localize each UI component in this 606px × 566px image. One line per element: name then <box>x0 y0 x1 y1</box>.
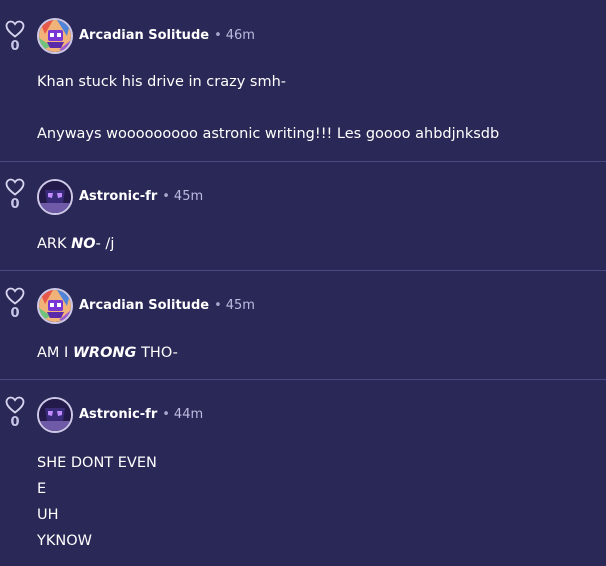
comment-item: 0 Astronic-fr • 44m SHE DONT EVEN E UH YKN… <box>0 380 606 566</box>
like-control[interactable]: 0 <box>5 178 25 212</box>
heart-outline-icon[interactable] <box>5 178 25 196</box>
separator-dot: • <box>162 407 170 422</box>
comment-item: 0 Astronic-fr • 45m ARK NO- /j <box>0 162 606 270</box>
avatar[interactable] <box>37 397 73 433</box>
separator-dot: • <box>214 298 222 313</box>
avatar[interactable] <box>37 179 73 215</box>
comment-item: 0 Arcadian Solitude • 45m AM I WRONG THO- <box>0 271 606 379</box>
arcadian-avatar-icon <box>39 290 71 322</box>
heart-outline-icon[interactable] <box>5 20 25 38</box>
comment-line: YKNOW <box>37 533 92 549</box>
comment-header: Astronic-fr • 44m <box>79 407 203 423</box>
emphasized-text: WRONG <box>72 345 137 361</box>
comment-line: ARK NO- /j <box>37 231 114 257</box>
like-control[interactable]: 0 <box>5 20 25 54</box>
like-control[interactable]: 0 <box>5 287 25 321</box>
comment-body: Khan stuck his drive in crazy smh- Anywa… <box>37 69 499 147</box>
heart-outline-icon[interactable] <box>5 287 25 305</box>
text-segment: THO- <box>136 345 178 361</box>
like-count: 0 <box>10 197 20 212</box>
like-count: 0 <box>10 306 20 321</box>
comment-item: 0 Arcadian Solitude • 46m Khan stuck his d… <box>0 0 606 160</box>
emphasized-text: NO <box>71 236 96 252</box>
astronic-avatar-icon <box>39 181 71 213</box>
avatar[interactable] <box>37 18 73 54</box>
timestamp: 45m <box>225 298 255 313</box>
comment-thread: 0 Arcadian Solitude • 46m Khan stuck his d… <box>0 0 606 566</box>
comment-line: SHE DONT EVEN <box>37 455 157 471</box>
comment-line: Anyways wooooooooo astronic writing!!! L… <box>37 126 500 142</box>
comment-line: AM I WRONG THO- <box>37 340 178 366</box>
comment-body: AM I WRONG THO- <box>37 340 178 366</box>
comment-header: Astronic-fr • 45m <box>79 189 203 205</box>
comment-line: E <box>37 481 47 497</box>
username[interactable]: Astronic-fr <box>79 407 157 422</box>
comment-line: Khan stuck his drive in crazy smh- <box>37 74 287 90</box>
timestamp: 46m <box>225 28 255 43</box>
astronic-avatar-icon <box>39 399 71 431</box>
comment-header: Arcadian Solitude • 45m <box>79 298 255 314</box>
username[interactable]: Arcadian Solitude <box>79 28 209 43</box>
like-control[interactable]: 0 <box>5 396 25 430</box>
like-count: 0 <box>10 415 20 430</box>
comment-line <box>37 95 499 121</box>
like-count: 0 <box>10 39 20 54</box>
text-segment: ARK <box>37 236 72 252</box>
heart-outline-icon[interactable] <box>5 396 25 414</box>
username[interactable]: Astronic-fr <box>79 189 157 204</box>
text-segment: AM I <box>37 345 73 361</box>
comment-body: SHE DONT EVEN E UH YKNOW <box>37 450 157 554</box>
timestamp: 45m <box>173 189 204 204</box>
text-segment: - /j <box>95 236 115 252</box>
separator-dot: • <box>162 189 170 204</box>
timestamp: 44m <box>173 407 204 422</box>
comment-body: ARK NO- /j <box>37 231 114 257</box>
arcadian-avatar-icon <box>39 20 71 52</box>
avatar[interactable] <box>37 288 73 324</box>
comment-header: Arcadian Solitude • 46m <box>79 28 255 44</box>
separator-dot: • <box>214 28 222 43</box>
comment-line: UH <box>37 507 59 523</box>
username[interactable]: Arcadian Solitude <box>79 298 209 313</box>
